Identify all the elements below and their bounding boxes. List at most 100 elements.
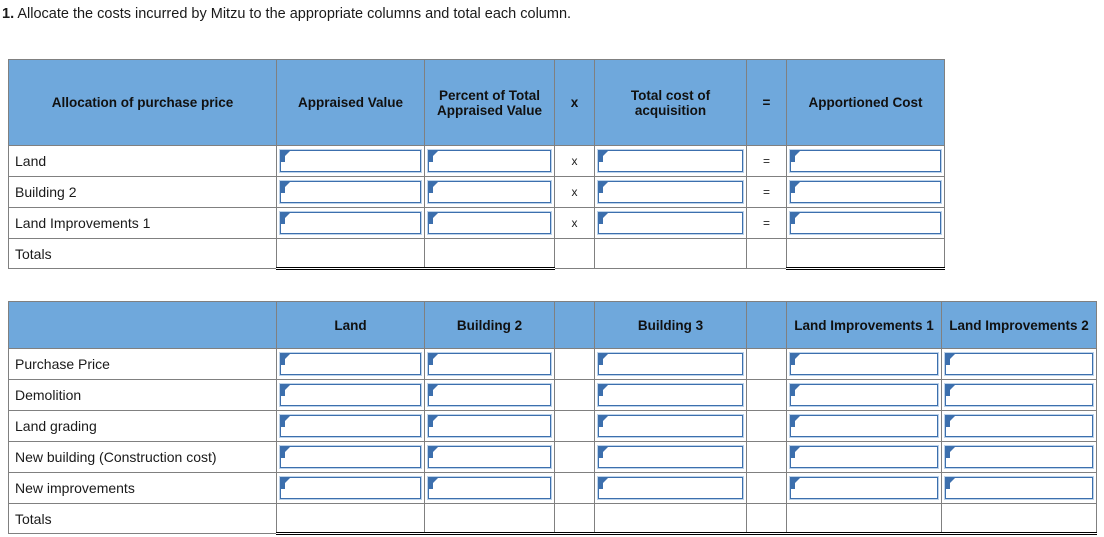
cell-purchase-price-land-improvements-1[interactable] (786, 348, 942, 380)
input-purchase-price-land[interactable] (279, 352, 422, 376)
cell-land-apportioned-cost[interactable] (786, 145, 945, 177)
input-new-improvements-land-improvements-1[interactable] (789, 476, 939, 500)
input-land-grading-building-2[interactable] (427, 414, 552, 438)
input-land-improvements-1-appraised-value[interactable] (279, 211, 422, 235)
input-new-improvements-land-improvements-2[interactable] (944, 476, 1094, 500)
total-appraised-value (276, 238, 425, 270)
row-label-new-improvements: New improvements (8, 472, 277, 504)
input-building-2-appraised-value[interactable] (279, 180, 422, 204)
header-land-improvements-2: Land Improvements 2 (941, 301, 1097, 349)
cell-new-improvements-building-3[interactable] (594, 472, 747, 504)
totals-spacer-1 (554, 503, 595, 535)
totals-spacer-x (554, 238, 595, 269)
cell-new-building-land-improvements-2[interactable] (941, 441, 1097, 473)
cost-table-totals-row: Totals (8, 503, 1097, 535)
input-demolition-land[interactable] (279, 383, 422, 407)
input-new-improvements-building-3[interactable] (597, 476, 744, 500)
input-building-2-percent[interactable] (427, 180, 552, 204)
cell-purchase-price-land[interactable] (276, 348, 425, 380)
input-land-total-cost[interactable] (597, 149, 744, 173)
cell-demolition-land-improvements-1[interactable] (786, 379, 942, 411)
header-total-cost-of-acquisition: Total cost of acquisition (594, 59, 747, 146)
spacer-cell (554, 379, 595, 411)
total-percent (424, 238, 555, 270)
input-new-building-building-3[interactable] (597, 445, 744, 469)
cell-building-2-appraised-value[interactable] (276, 176, 425, 208)
input-new-improvements-land[interactable] (279, 476, 422, 500)
total-building-2 (424, 503, 555, 535)
input-land-appraised-value[interactable] (279, 149, 422, 173)
spacer-cell (746, 348, 787, 380)
input-purchase-price-land-improvements-2[interactable] (944, 352, 1094, 376)
cell-building-2-total-cost[interactable] (594, 176, 747, 208)
operator-equals-land: = (746, 145, 787, 177)
cell-building-2-percent[interactable] (424, 176, 555, 208)
cell-land-improvements-1-apportioned-cost[interactable] (786, 207, 945, 239)
cell-land-grading-land[interactable] (276, 410, 425, 442)
total-land-improvements-1 (786, 503, 942, 535)
input-new-building-land-improvements-1[interactable] (789, 445, 939, 469)
input-new-improvements-building-2[interactable] (427, 476, 552, 500)
cell-new-building-building-2[interactable] (424, 441, 555, 473)
input-land-grading-land-improvements-1[interactable] (789, 414, 939, 438)
cell-purchase-price-building-2[interactable] (424, 348, 555, 380)
cell-new-building-land[interactable] (276, 441, 425, 473)
input-new-building-land-improvements-2[interactable] (944, 445, 1094, 469)
input-purchase-price-land-improvements-1[interactable] (789, 352, 939, 376)
operator-equals-land-improvements-1: = (746, 207, 787, 239)
input-purchase-price-building-2[interactable] (427, 352, 552, 376)
spacer-cell (746, 472, 787, 504)
input-new-building-building-2[interactable] (427, 445, 552, 469)
row-label-totals: Totals (8, 238, 277, 269)
input-new-building-land[interactable] (279, 445, 422, 469)
input-demolition-building-3[interactable] (597, 383, 744, 407)
spacer-cell (746, 379, 787, 411)
cell-new-improvements-land-improvements-2[interactable] (941, 472, 1097, 504)
cell-land-appraised-value[interactable] (276, 145, 425, 177)
cell-demolition-building-3[interactable] (594, 379, 747, 411)
cell-land-total-cost[interactable] (594, 145, 747, 177)
cell-demolition-building-2[interactable] (424, 379, 555, 411)
operator-x-building-2: x (554, 176, 595, 208)
input-building-2-apportioned-cost[interactable] (789, 180, 942, 204)
header-cost-item (8, 301, 277, 349)
cell-new-improvements-building-2[interactable] (424, 472, 555, 504)
input-land-grading-land-improvements-2[interactable] (944, 414, 1094, 438)
cell-purchase-price-land-improvements-2[interactable] (941, 348, 1097, 380)
input-purchase-price-building-3[interactable] (597, 352, 744, 376)
header-allocation-of-purchase-price: Allocation of purchase price (8, 59, 277, 146)
cell-land-grading-land-improvements-1[interactable] (786, 410, 942, 442)
input-demolition-land-improvements-1[interactable] (789, 383, 939, 407)
cell-purchase-price-building-3[interactable] (594, 348, 747, 380)
input-land-percent[interactable] (427, 149, 552, 173)
cell-new-building-land-improvements-1[interactable] (786, 441, 942, 473)
spacer-cell (746, 441, 787, 473)
table-row: New improvements (8, 472, 1097, 504)
table-row: Building 2 x = (8, 176, 945, 208)
cell-new-improvements-land[interactable] (276, 472, 425, 504)
input-building-2-total-cost[interactable] (597, 180, 744, 204)
cell-land-improvements-1-total-cost[interactable] (594, 207, 747, 239)
input-land-improvements-1-percent[interactable] (427, 211, 552, 235)
cell-new-building-building-3[interactable] (594, 441, 747, 473)
input-demolition-land-improvements-2[interactable] (944, 383, 1094, 407)
input-land-grading-building-3[interactable] (597, 414, 744, 438)
cell-demolition-land-improvements-2[interactable] (941, 379, 1097, 411)
cell-new-improvements-land-improvements-1[interactable] (786, 472, 942, 504)
cell-land-grading-building-2[interactable] (424, 410, 555, 442)
input-land-improvements-1-total-cost[interactable] (597, 211, 744, 235)
totals-spacer-2 (746, 503, 787, 535)
spacer-cell (554, 472, 595, 504)
input-demolition-building-2[interactable] (427, 383, 552, 407)
cell-land-improvements-1-appraised-value[interactable] (276, 207, 425, 239)
input-land-apportioned-cost[interactable] (789, 149, 942, 173)
cell-land-percent[interactable] (424, 145, 555, 177)
cell-land-grading-building-3[interactable] (594, 410, 747, 442)
input-land-grading-land[interactable] (279, 414, 422, 438)
spacer-cell (554, 441, 595, 473)
cell-land-grading-land-improvements-2[interactable] (941, 410, 1097, 442)
cell-land-improvements-1-percent[interactable] (424, 207, 555, 239)
cell-building-2-apportioned-cost[interactable] (786, 176, 945, 208)
cell-demolition-land[interactable] (276, 379, 425, 411)
input-land-improvements-1-apportioned-cost[interactable] (789, 211, 942, 235)
